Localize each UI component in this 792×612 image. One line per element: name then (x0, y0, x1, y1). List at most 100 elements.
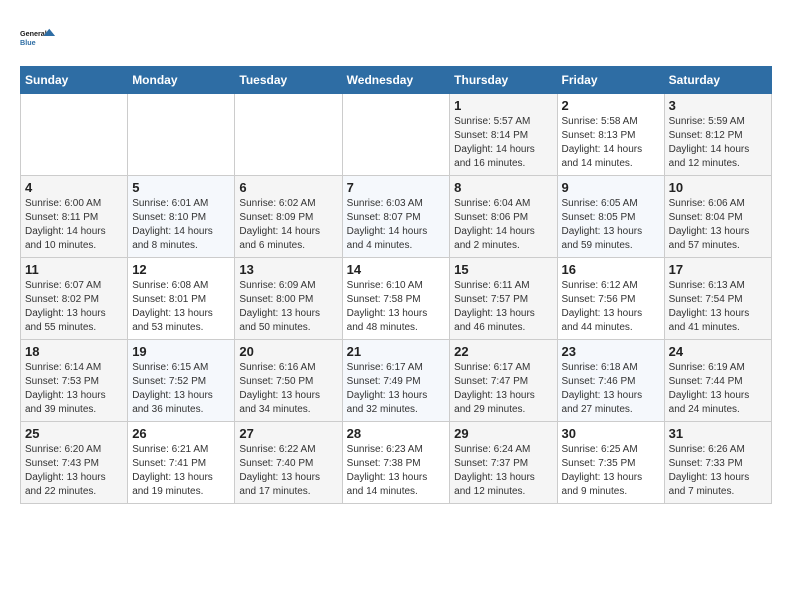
day-number: 3 (669, 98, 767, 113)
day-info: Sunrise: 6:07 AM Sunset: 8:02 PM Dayligh… (25, 279, 123, 335)
day-number: 15 (454, 262, 552, 277)
day-info: Sunrise: 6:21 AM Sunset: 7:41 PM Dayligh… (132, 443, 230, 499)
day-number: 9 (562, 180, 660, 195)
calendar-cell: 9 Sunrise: 6:05 AM Sunset: 8:05 PM Daylig… (557, 176, 664, 258)
day-info: Sunrise: 6:22 AM Sunset: 7:40 PM Dayligh… (239, 443, 337, 499)
day-info: Sunrise: 6:01 AM Sunset: 8:10 PM Dayligh… (132, 197, 230, 253)
weekday-header-monday: Monday (128, 67, 235, 94)
day-number: 27 (239, 426, 337, 441)
calendar-cell: 4 Sunrise: 6:00 AM Sunset: 8:11 PM Daylig… (21, 176, 128, 258)
day-number: 20 (239, 344, 337, 359)
day-number: 6 (239, 180, 337, 195)
day-number: 25 (25, 426, 123, 441)
day-info: Sunrise: 6:18 AM Sunset: 7:46 PM Dayligh… (562, 361, 660, 417)
day-info: Sunrise: 6:16 AM Sunset: 7:50 PM Dayligh… (239, 361, 337, 417)
calendar-cell (21, 94, 128, 176)
calendar-cell (128, 94, 235, 176)
day-info: Sunrise: 6:00 AM Sunset: 8:11 PM Dayligh… (25, 197, 123, 253)
day-number: 16 (562, 262, 660, 277)
calendar-cell: 11 Sunrise: 6:07 AM Sunset: 8:02 PM Dayli… (21, 258, 128, 340)
day-info: Sunrise: 6:05 AM Sunset: 8:05 PM Dayligh… (562, 197, 660, 253)
day-info: Sunrise: 6:15 AM Sunset: 7:52 PM Dayligh… (132, 361, 230, 417)
day-info: Sunrise: 6:06 AM Sunset: 8:04 PM Dayligh… (669, 197, 767, 253)
day-info: Sunrise: 6:13 AM Sunset: 7:54 PM Dayligh… (669, 279, 767, 335)
day-info: Sunrise: 6:03 AM Sunset: 8:07 PM Dayligh… (347, 197, 446, 253)
calendar-week-5: 25 Sunrise: 6:20 AM Sunset: 7:43 PM Dayli… (21, 422, 772, 504)
day-number: 29 (454, 426, 552, 441)
day-number: 22 (454, 344, 552, 359)
calendar-cell: 25 Sunrise: 6:20 AM Sunset: 7:43 PM Dayli… (21, 422, 128, 504)
calendar-cell: 19 Sunrise: 6:15 AM Sunset: 7:52 PM Dayli… (128, 340, 235, 422)
calendar-week-1: 1Sunrise: 5:57 AM Sunset: 8:14 PM Daylig… (21, 94, 772, 176)
calendar-cell: 28 Sunrise: 6:23 AM Sunset: 7:38 PM Dayli… (342, 422, 450, 504)
day-info: Sunrise: 5:58 AM Sunset: 8:13 PM Dayligh… (562, 115, 660, 171)
calendar-table: SundayMondayTuesdayWednesdayThursdayFrid… (20, 66, 772, 504)
logo: GeneralBlue (20, 20, 56, 56)
day-number: 31 (669, 426, 767, 441)
calendar-cell: 29 Sunrise: 6:24 AM Sunset: 7:37 PM Dayli… (450, 422, 557, 504)
calendar-cell: 1Sunrise: 5:57 AM Sunset: 8:14 PM Daylig… (450, 94, 557, 176)
calendar-cell: 20 Sunrise: 6:16 AM Sunset: 7:50 PM Dayli… (235, 340, 342, 422)
page-header: GeneralBlue (20, 20, 772, 56)
calendar-cell: 24 Sunrise: 6:19 AM Sunset: 7:44 PM Dayli… (664, 340, 771, 422)
day-info: Sunrise: 6:20 AM Sunset: 7:43 PM Dayligh… (25, 443, 123, 499)
calendar-cell: 10Sunrise: 6:06 AM Sunset: 8:04 PM Dayli… (664, 176, 771, 258)
calendar-cell: 17 Sunrise: 6:13 AM Sunset: 7:54 PM Dayli… (664, 258, 771, 340)
day-info: Sunrise: 5:59 AM Sunset: 8:12 PM Dayligh… (669, 115, 767, 171)
calendar-cell: 27 Sunrise: 6:22 AM Sunset: 7:40 PM Dayli… (235, 422, 342, 504)
day-number: 28 (347, 426, 446, 441)
day-number: 7 (347, 180, 446, 195)
svg-text:General: General (20, 29, 47, 38)
day-info: Sunrise: 6:25 AM Sunset: 7:35 PM Dayligh… (562, 443, 660, 499)
calendar-cell: 31 Sunrise: 6:26 AM Sunset: 7:33 PM Dayli… (664, 422, 771, 504)
day-info: Sunrise: 6:24 AM Sunset: 7:37 PM Dayligh… (454, 443, 552, 499)
calendar-cell: 16 Sunrise: 6:12 AM Sunset: 7:56 PM Dayli… (557, 258, 664, 340)
weekday-header-thursday: Thursday (450, 67, 557, 94)
weekday-header-sunday: Sunday (21, 67, 128, 94)
day-info: Sunrise: 6:04 AM Sunset: 8:06 PM Dayligh… (454, 197, 552, 253)
calendar-cell (342, 94, 450, 176)
calendar-cell: 5 Sunrise: 6:01 AM Sunset: 8:10 PM Daylig… (128, 176, 235, 258)
logo-icon: GeneralBlue (20, 20, 56, 56)
day-info: Sunrise: 6:08 AM Sunset: 8:01 PM Dayligh… (132, 279, 230, 335)
day-number: 23 (562, 344, 660, 359)
day-info: Sunrise: 6:17 AM Sunset: 7:49 PM Dayligh… (347, 361, 446, 417)
calendar-cell: 2 Sunrise: 5:58 AM Sunset: 8:13 PM Daylig… (557, 94, 664, 176)
day-info: Sunrise: 6:19 AM Sunset: 7:44 PM Dayligh… (669, 361, 767, 417)
svg-text:Blue: Blue (20, 38, 36, 47)
calendar-cell: 3 Sunrise: 5:59 AM Sunset: 8:12 PM Daylig… (664, 94, 771, 176)
weekday-header-saturday: Saturday (664, 67, 771, 94)
day-number: 24 (669, 344, 767, 359)
day-info: Sunrise: 6:10 AM Sunset: 7:58 PM Dayligh… (347, 279, 446, 335)
day-number: 14 (347, 262, 446, 277)
day-number: 5 (132, 180, 230, 195)
calendar-cell: 6 Sunrise: 6:02 AM Sunset: 8:09 PM Daylig… (235, 176, 342, 258)
day-number: 30 (562, 426, 660, 441)
calendar-week-4: 18Sunrise: 6:14 AM Sunset: 7:53 PM Dayli… (21, 340, 772, 422)
day-number: 13 (239, 262, 337, 277)
calendar-cell: 23 Sunrise: 6:18 AM Sunset: 7:46 PM Dayli… (557, 340, 664, 422)
day-info: Sunrise: 6:26 AM Sunset: 7:33 PM Dayligh… (669, 443, 767, 499)
day-info: Sunrise: 6:02 AM Sunset: 8:09 PM Dayligh… (239, 197, 337, 253)
calendar-cell: 22Sunrise: 6:17 AM Sunset: 7:47 PM Dayli… (450, 340, 557, 422)
day-number: 18 (25, 344, 123, 359)
day-info: Sunrise: 6:23 AM Sunset: 7:38 PM Dayligh… (347, 443, 446, 499)
day-number: 11 (25, 262, 123, 277)
day-number: 12 (132, 262, 230, 277)
day-number: 17 (669, 262, 767, 277)
day-info: Sunrise: 6:12 AM Sunset: 7:56 PM Dayligh… (562, 279, 660, 335)
calendar-cell: 12 Sunrise: 6:08 AM Sunset: 8:01 PM Dayli… (128, 258, 235, 340)
calendar-cell: 21Sunrise: 6:17 AM Sunset: 7:49 PM Dayli… (342, 340, 450, 422)
day-number: 2 (562, 98, 660, 113)
day-number: 26 (132, 426, 230, 441)
day-number: 8 (454, 180, 552, 195)
weekday-header-tuesday: Tuesday (235, 67, 342, 94)
weekday-header-wednesday: Wednesday (342, 67, 450, 94)
day-number: 19 (132, 344, 230, 359)
day-number: 4 (25, 180, 123, 195)
day-info: Sunrise: 6:11 AM Sunset: 7:57 PM Dayligh… (454, 279, 552, 335)
calendar-cell: 26 Sunrise: 6:21 AM Sunset: 7:41 PM Dayli… (128, 422, 235, 504)
weekday-header-row: SundayMondayTuesdayWednesdayThursdayFrid… (21, 67, 772, 94)
calendar-cell: 15 Sunrise: 6:11 AM Sunset: 7:57 PM Dayli… (450, 258, 557, 340)
day-number: 1 (454, 98, 552, 113)
